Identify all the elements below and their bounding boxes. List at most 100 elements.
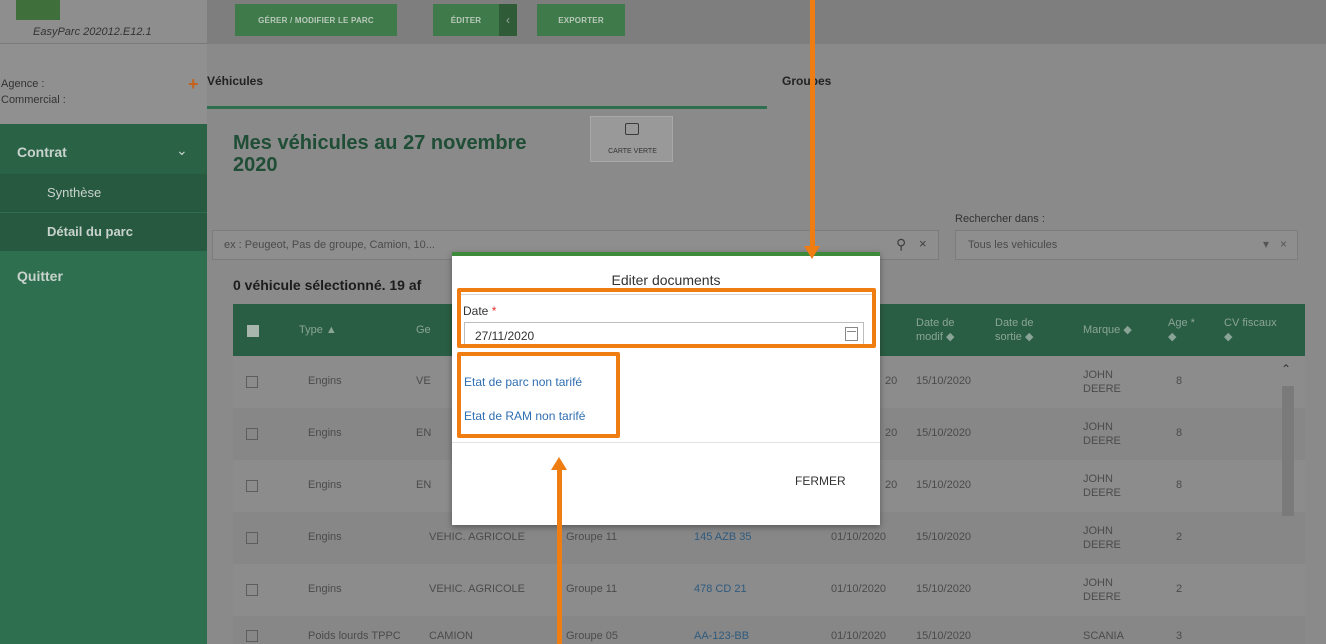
scrollbar-thumb[interactable] <box>1282 386 1294 516</box>
sidebar-item-detail-parc[interactable]: Détail du parc <box>0 213 207 251</box>
cell-type: Poids lourds TPPC <box>308 630 401 642</box>
column-header-date-modif[interactable]: Date de modif ◆ <box>916 316 972 344</box>
page-title: Mes véhicules au 27 novembre 2020 <box>233 132 527 176</box>
caret-down-icon[interactable]: ▾ <box>1263 237 1269 251</box>
search-scope-label: Rechercher dans : <box>955 213 1045 225</box>
table-row[interactable]: Poids lourds TPPC CAMION Groupe 05 AA-12… <box>233 616 1305 644</box>
cell-date: 20 <box>885 375 898 387</box>
clear-icon[interactable]: × <box>919 236 927 251</box>
cell-genre: EN <box>416 479 432 491</box>
cell-marque: SCANIA <box>1083 630 1124 642</box>
cell-genre: VEHIC. AGRICOLE <box>429 531 525 543</box>
table-row[interactable]: Engins VEHIC. AGRICOLE Groupe 11 478 CD … <box>233 564 1305 616</box>
cell-age: 8 <box>1176 479 1183 491</box>
manage-fleet-button[interactable]: GÉRER / MODIFIER LE PARC <box>235 4 397 36</box>
cell-date: 01/10/2020 <box>831 531 887 543</box>
row-checkbox[interactable] <box>246 532 258 544</box>
add-agency-icon[interactable]: + <box>188 74 199 95</box>
cell-date-modif: 15/10/2020 <box>916 583 972 595</box>
cell-type: Engins <box>308 583 342 595</box>
close-button[interactable]: FERMER <box>795 474 846 488</box>
cell-date-modif: 15/10/2020 <box>916 630 972 642</box>
annotation-arrow-line <box>557 470 562 644</box>
column-header-marque[interactable]: Marque ◆ <box>1083 323 1132 337</box>
search-scope-value: Tous les vehicules <box>968 239 1058 251</box>
marque-line-1: JOHN <box>1083 421 1113 433</box>
sidebar: EasyParc 202012.E12.1 Agence : Commercia… <box>0 0 207 644</box>
commercial-label: Commercial : <box>1 94 66 106</box>
carte-verte-label: CARTE VERTE <box>608 148 657 155</box>
tab-vehicules[interactable]: Véhicules <box>207 74 263 88</box>
cell-immat[interactable]: 478 CD 21 <box>694 583 747 595</box>
sidebar-item-label: Contrat <box>17 144 67 160</box>
row-checkbox[interactable] <box>246 584 258 596</box>
cell-date: 20 <box>885 427 898 439</box>
column-header-cv[interactable]: CV fiscaux ◆ <box>1224 316 1284 344</box>
search-scope-select[interactable]: Tous les vehicules ▾ × <box>955 230 1298 260</box>
sidebar-item-quitter[interactable]: Quitter <box>0 258 207 298</box>
table-scrollbar[interactable]: ⌃ <box>1280 358 1296 644</box>
marque-line-2: DEERE <box>1083 435 1121 447</box>
marque-line-1: JOHN <box>1083 577 1113 589</box>
chevron-left-icon[interactable]: ‹ <box>499 4 517 36</box>
cell-marque: JOHN DEERE <box>1083 524 1121 552</box>
cell-immat[interactable]: AA-123-BB <box>694 630 749 642</box>
cell-marque: JOHN DEERE <box>1083 576 1121 604</box>
card-icon <box>625 123 639 135</box>
cell-type: Engins <box>308 531 342 543</box>
cell-marque: JOHN DEERE <box>1083 472 1121 500</box>
row-checkbox[interactable] <box>246 376 258 388</box>
active-tab-indicator <box>207 106 767 109</box>
row-checkbox[interactable] <box>246 630 258 642</box>
column-header-date-sortie[interactable]: Date de sortie ◆ <box>995 316 1051 344</box>
app-version: EasyParc 202012.E12.1 <box>33 26 152 38</box>
sidebar-item-contrat[interactable]: Contrat ⌄ <box>0 124 207 174</box>
annotation-box-links <box>457 352 620 438</box>
column-header-age[interactable]: Age * ◆ <box>1168 316 1202 344</box>
cell-genre: VEHIC. AGRICOLE <box>429 583 525 595</box>
annotation-arrow-line <box>810 0 815 248</box>
cell-immat[interactable]: 145 AZB 35 <box>694 531 752 543</box>
clear-icon[interactable]: × <box>1280 237 1287 251</box>
dialog-title: Editer documents <box>611 272 721 288</box>
tab-groupes[interactable]: Groupes <box>782 74 831 88</box>
cell-groupe: Groupe 11 <box>566 583 618 595</box>
marque-line-1: JOHN <box>1083 473 1113 485</box>
cell-age: 2 <box>1176 531 1183 543</box>
cell-age: 2 <box>1176 583 1183 595</box>
chevron-down-icon: ⌄ <box>176 142 188 158</box>
select-all-checkbox[interactable] <box>247 325 259 337</box>
export-button[interactable]: EXPORTER <box>537 4 625 36</box>
cell-date: 01/10/2020 <box>831 583 887 595</box>
cell-groupe: Groupe 11 <box>566 531 618 543</box>
cell-type: Engins <box>308 375 342 387</box>
search-icon[interactable]: ⚲ <box>896 236 906 253</box>
carte-verte-button[interactable]: CARTE VERTE <box>590 116 673 162</box>
row-checkbox[interactable] <box>246 428 258 440</box>
divider <box>452 442 880 443</box>
search-placeholder: ex : Peugeot, Pas de groupe, Camion, 10.… <box>224 239 435 251</box>
sidebar-item-synthese[interactable]: Synthèse <box>0 174 207 212</box>
cell-type: Engins <box>308 427 342 439</box>
chevron-up-icon[interactable]: ⌃ <box>1281 362 1291 376</box>
marque-line-1: JOHN <box>1083 369 1113 381</box>
cell-groupe: Groupe 05 <box>566 630 618 642</box>
marque-line-2: DEERE <box>1083 487 1121 499</box>
column-header-genre[interactable]: Ge <box>416 323 431 337</box>
sidebar-item-label: Quitter <box>17 268 63 284</box>
annotation-box-date <box>457 288 876 348</box>
cell-date-modif: 15/10/2020 <box>916 375 972 387</box>
cell-type: Engins <box>308 479 342 491</box>
marque-line-2: DEERE <box>1083 539 1121 551</box>
marque-line-2: DEERE <box>1083 591 1121 603</box>
arrow-down-icon <box>804 246 820 259</box>
agency-label: Agence : <box>1 78 45 90</box>
cell-date: 20 <box>885 479 898 491</box>
row-checkbox[interactable] <box>246 480 258 492</box>
column-header-type[interactable]: Type ▲ <box>299 323 337 337</box>
cell-date-modif: 15/10/2020 <box>916 479 972 491</box>
cell-date-modif: 15/10/2020 <box>916 531 972 543</box>
marque-line-1: JOHN <box>1083 525 1113 537</box>
arrow-up-icon <box>551 457 567 470</box>
edit-button[interactable]: ÉDITER <box>433 4 499 36</box>
